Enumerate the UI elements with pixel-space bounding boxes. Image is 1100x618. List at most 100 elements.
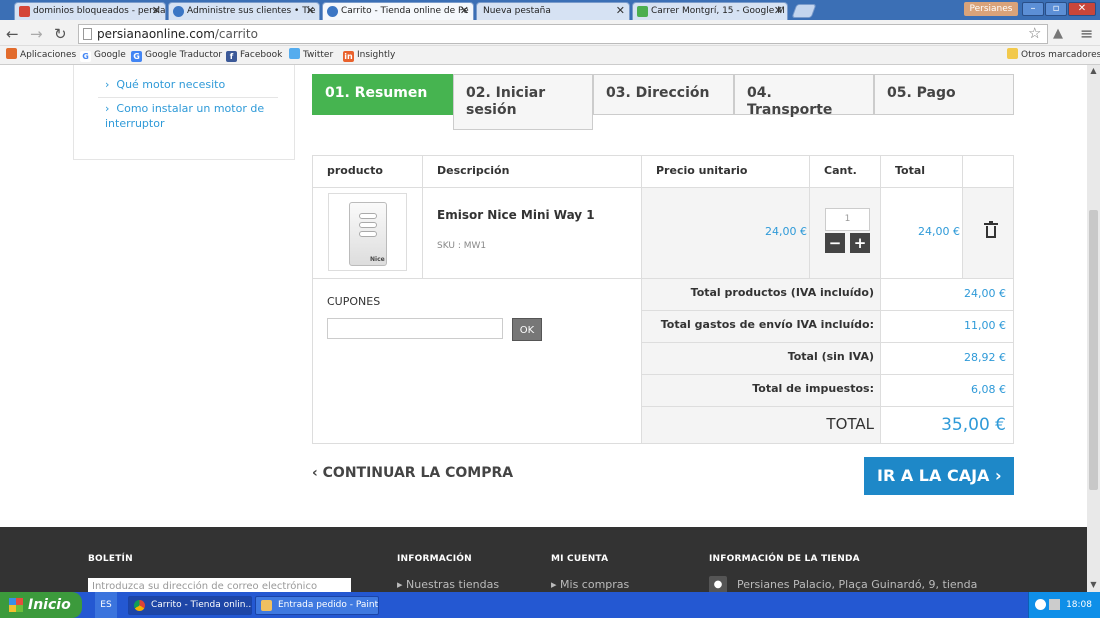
product-name[interactable]: Emisor Nice Mini Way 1 [437,208,595,222]
scroll-down-icon[interactable]: ▼ [1087,580,1100,589]
remote-shape: Nice [349,202,387,266]
coupon-ok-button[interactable]: OK [512,318,542,341]
bookmark-facebook[interactable]: f Facebook [226,46,282,65]
bookmark-insightly[interactable]: in Insightly [343,46,395,65]
product-image[interactable]: Nice [328,193,407,271]
header-unit-price: Precio unitario [656,164,748,177]
reload-icon[interactable]: ↻ [54,25,67,43]
divider [641,310,1014,311]
divider [641,406,1014,407]
minimize-button[interactable]: – [1022,2,1044,16]
taxes-value: 6,08 € [971,383,1006,396]
header-total: Total [895,164,926,177]
shipping-value: 11,00 € [964,319,1006,332]
star-icon[interactable]: ☆ [1028,24,1041,42]
apps-icon [6,48,17,59]
twitter-icon [289,48,300,59]
site-icon [327,6,338,17]
divider [641,374,1014,375]
header-description: Descripción [437,164,510,177]
gmail-icon [19,6,30,17]
total-products-label: Total productos (IVA incluído) [690,286,874,299]
coupon-input[interactable] [327,318,503,339]
footer-heading-info: INFORMACIÓN [397,554,472,564]
step-resumen[interactable]: 01. Resumen [312,74,453,115]
menu-icon[interactable]: ≡ [1080,24,1093,43]
divider [98,97,278,98]
coupons-label: CUPONES [327,295,381,308]
translate-icon: G [131,51,142,62]
close-icon[interactable]: ✕ [460,3,469,19]
divider [641,155,642,444]
step-direccion[interactable]: 03. Dirección [593,74,734,115]
page-content: › Qué motor necesito › Como instalar un … [0,65,1087,592]
back-icon[interactable]: ← [6,25,19,43]
bookmark-google[interactable]: G Google [80,46,126,65]
scrollbar-thumb[interactable] [1089,210,1098,490]
shipping-label: Total gastos de envío IVA incluído: [660,318,874,331]
footer: BOLETÍN INFORMACIÓN MI CUENTA INFORMACIÓ… [0,527,1087,592]
system-tray: 18:08 [1028,592,1100,618]
footer-link-orders[interactable]: ▸ Mis compras [551,578,629,591]
close-icon[interactable]: ✕ [774,3,783,19]
network-icon[interactable] [1035,599,1046,610]
bookmark-other[interactable]: Otros marcadores [1007,46,1100,65]
qty-increase-button[interactable]: + [850,233,870,253]
maximize-button[interactable]: ▫ [1045,2,1067,16]
page-icon [83,28,92,40]
profile-badge[interactable]: Persianes [964,2,1018,16]
divider [641,342,1014,343]
clock: 18:08 [1066,600,1092,610]
divider [312,278,1014,279]
close-icon[interactable]: ✕ [616,3,625,19]
footer-link-stores[interactable]: ▸ Nuestras tiendas [397,578,499,591]
address-bar[interactable]: persianaonline.com/carrito [78,24,1048,44]
checkout-button[interactable]: IR A LA CAJA › [864,457,1014,495]
header-qty: Cant. [824,164,857,177]
divider [880,155,881,444]
scroll-up-icon[interactable]: ▲ [1087,66,1100,75]
sidebar-link-motor[interactable]: › Qué motor necesito [105,77,275,92]
step-pago[interactable]: 05. Pago [874,74,1014,115]
trash-icon[interactable] [984,221,998,239]
tab-clients[interactable]: Administre sus clientes • Tie ✕ [168,2,320,20]
grand-total-value: 35,00 € [941,415,1006,435]
quantity-input[interactable]: 1 [825,208,870,231]
store-address: Persianes Palacio, Plaça Guinardó, 9, ti… [737,578,978,591]
newsletter-input[interactable]: Introduzca su dirección de correo electr… [88,578,351,592]
window-close-button[interactable]: ✕ [1068,2,1096,16]
step-iniciar-sesion[interactable]: 02. Iniciar sesión [453,74,593,130]
start-button[interactable]: Inicio [0,592,82,618]
chrome-icon [134,600,145,611]
qty-decrease-button[interactable]: − [825,233,845,253]
tab-gmail[interactable]: dominios bloqueados - persia ✕ [14,2,166,20]
language-indicator[interactable]: ES [95,592,117,618]
tab-new[interactable]: Nueva pestaña ✕ [476,2,630,20]
step-transporte[interactable]: 04. Transporte [734,74,874,118]
tab-maps[interactable]: Carrer Montgrí, 15 - Google M ✕ [632,2,788,20]
chevron-left-icon: ‹ [312,465,323,481]
taxes-label: Total de impuestos: [752,382,874,395]
forward-icon[interactable]: → [30,25,43,43]
footer-heading-account: MI CUENTA [551,554,609,564]
close-icon[interactable]: ✕ [306,3,315,19]
sidebar-link-install[interactable]: › Como instalar un motor de interruptor [105,101,275,131]
chevron-right-icon: › [989,466,1002,485]
tab-carrito[interactable]: Carrito - Tienda online de Pe ✕ [322,2,474,20]
total-products-value: 24,00 € [964,287,1006,300]
total-no-tax-label: Total (sin IVA) [787,350,874,363]
brand-logo: Nice [370,256,385,263]
task-paint[interactable]: Entrada pedido - Paint [255,596,379,615]
bookmark-apps[interactable]: Aplicaciones [6,46,76,65]
close-icon[interactable]: ✕ [152,3,161,19]
continue-shopping-link[interactable]: ‹ CONTINUAR LA COMPRA [312,465,513,481]
bookmark-twitter[interactable]: Twitter [289,46,333,65]
divider [809,155,810,278]
drive-icon[interactable]: ▲ [1053,26,1063,41]
divider [422,155,423,278]
line-total: 24,00 € [918,225,960,238]
volume-icon[interactable] [1049,599,1060,610]
google-icon: G [80,51,91,62]
task-chrome[interactable]: Carrito - Tienda onlin... [128,596,252,615]
bookmark-translate[interactable]: G Google Traductor [131,46,222,65]
